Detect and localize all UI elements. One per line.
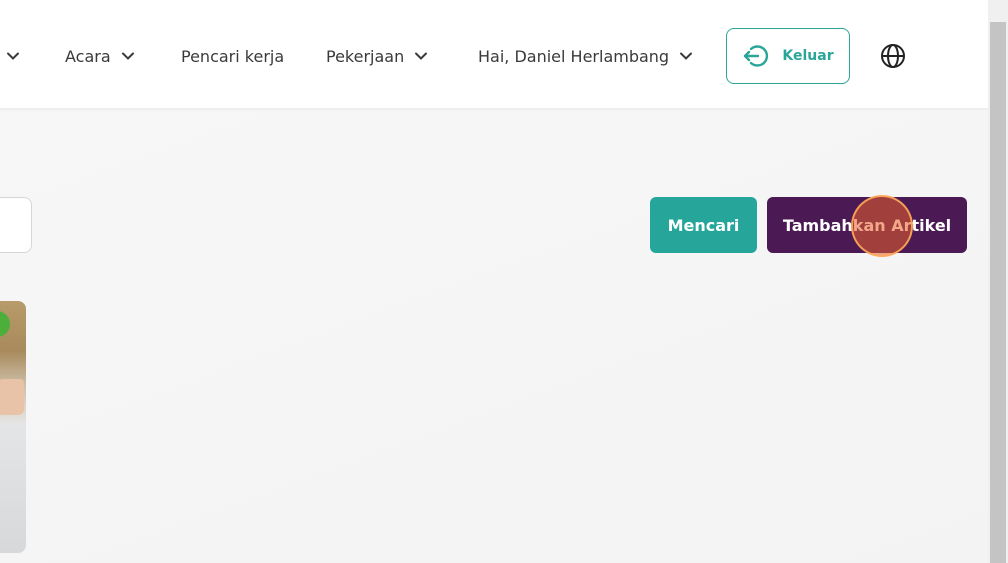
top-navbar: Acara Pencari kerja Pekerjaan Hai, Danie… — [0, 0, 988, 110]
nav-item-label: Pekerjaan — [326, 46, 405, 66]
card-image-detail — [0, 379, 24, 415]
scrollbar-thumb[interactable] — [990, 22, 1006, 563]
user-menu[interactable]: Hai, Daniel Herlambang — [478, 38, 693, 74]
nav-item-pencari-kerja[interactable]: Pencari kerja — [181, 38, 284, 74]
chevron-down-icon — [121, 49, 135, 63]
globe-icon[interactable] — [879, 42, 907, 70]
chevron-down-icon — [6, 49, 20, 63]
search-input[interactable] — [0, 197, 32, 253]
chevron-down-icon — [414, 49, 428, 63]
article-card[interactable]: f — [0, 301, 26, 553]
nav-item-label: Acara — [65, 46, 111, 66]
nav-item-truncated[interactable] — [0, 38, 20, 74]
search-button[interactable]: Mencari — [650, 197, 757, 253]
logout-icon — [742, 42, 770, 70]
add-article-button[interactable]: Tambahkan Artikel — [767, 197, 967, 253]
logout-button[interactable]: Keluar — [726, 28, 850, 84]
nav-item-acara[interactable]: Acara — [65, 38, 135, 74]
nav-item-pekerjaan[interactable]: Pekerjaan — [326, 38, 428, 74]
chevron-down-icon — [679, 49, 693, 63]
logout-label: Keluar — [782, 48, 834, 64]
user-greeting: Hai, Daniel Herlambang — [478, 46, 670, 66]
nav-item-label: Pencari kerja — [181, 46, 285, 66]
main-content: Mencari Tambahkan Artikel f — [0, 112, 988, 563]
article-card-body — [0, 425, 26, 553]
page: Acara Pencari kerja Pekerjaan Hai, Danie… — [0, 0, 1008, 563]
vertical-scrollbar[interactable] — [988, 0, 1008, 563]
